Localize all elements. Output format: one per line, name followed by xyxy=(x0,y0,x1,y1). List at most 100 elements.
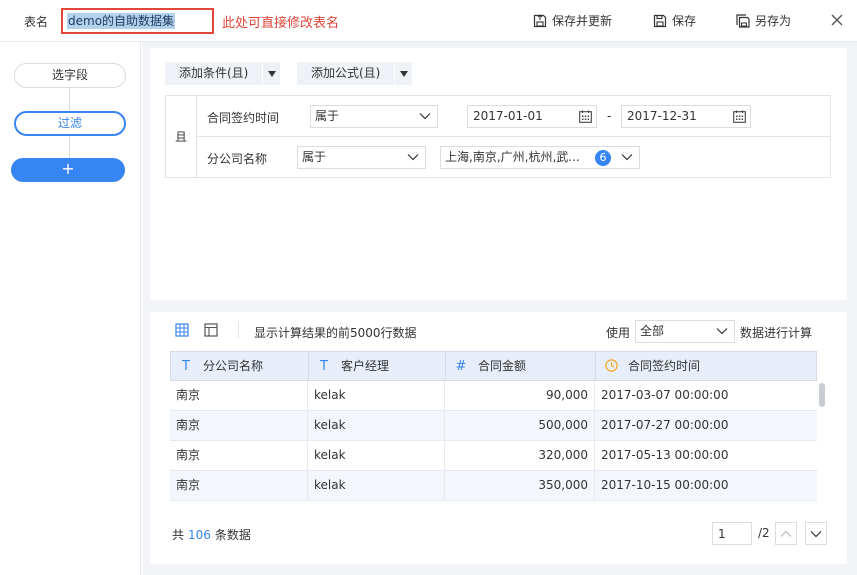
table-header: T 分公司名称 T 客户经理 # 合同金额 合同签约时间 xyxy=(170,351,817,381)
save-and-update-button[interactable]: 保存并更新 xyxy=(533,12,612,29)
text-type-icon: T xyxy=(182,359,190,374)
step-connector xyxy=(69,136,70,158)
logic-and-label[interactable]: 且 xyxy=(166,96,197,177)
toolbar-divider xyxy=(238,321,239,338)
total-count: 共 106 条数据 xyxy=(172,526,251,543)
chevron-down-icon xyxy=(419,113,431,120)
chevron-down-icon xyxy=(407,154,419,161)
table-scrollbar-thumb[interactable] xyxy=(819,383,825,407)
detail-view-icon[interactable] xyxy=(204,323,218,337)
total-count-value: 106 xyxy=(188,528,211,542)
chevron-up-icon xyxy=(780,530,792,537)
column-header-amount[interactable]: # 合同金额 xyxy=(446,352,596,380)
cell-branch: 南京 xyxy=(170,441,308,471)
add-condition-button[interactable]: 添加条件(且) xyxy=(165,62,281,85)
column-label: 合同金额 xyxy=(478,359,527,373)
save-and-update-label: 保存并更新 xyxy=(552,14,613,28)
cell-amount: 350,000 xyxy=(445,471,595,501)
chevron-down-icon xyxy=(716,328,728,335)
add-step-button[interactable]: + xyxy=(11,158,125,182)
add-formula-label: 添加公式(且) xyxy=(311,66,381,80)
save-icon xyxy=(653,14,667,27)
calc-scope-select[interactable]: 全部 xyxy=(635,320,735,343)
column-label: 合同签约时间 xyxy=(628,359,701,373)
calc-suffix-label: 数据进行计算 xyxy=(740,326,813,340)
cell-amount: 90,000 xyxy=(445,381,595,411)
number-type-icon: # xyxy=(455,359,467,374)
save-label: 保存 xyxy=(672,14,697,28)
condition-field-branch-name: 分公司名称 xyxy=(207,152,268,166)
cell-manager: kelak xyxy=(308,441,445,471)
date-range-separator: - xyxy=(607,109,612,123)
calendar-icon[interactable] xyxy=(579,110,592,123)
close-icon[interactable] xyxy=(830,13,844,27)
condition-operator-select[interactable]: 属于 xyxy=(297,146,426,169)
chevron-down-icon xyxy=(621,154,633,161)
header-bar: 表名 demo的自助数据集 此处可直接修改表名 保存并更新 保存 另存为 xyxy=(0,0,857,42)
save-as-button[interactable]: 另存为 xyxy=(736,12,791,29)
cell-date: 2017-10-15 00:00:00 xyxy=(601,478,729,492)
rename-hint: 此处可直接修改表名 xyxy=(222,16,340,31)
operator-value: 属于 xyxy=(315,109,340,123)
chevron-down-icon xyxy=(810,530,822,537)
text-type-icon: T xyxy=(320,359,328,374)
add-condition-dropdown[interactable] xyxy=(262,62,280,85)
table-view-icon[interactable] xyxy=(175,323,189,337)
add-formula-dropdown[interactable] xyxy=(394,62,412,85)
caret-down-icon xyxy=(399,70,408,77)
save-as-icon xyxy=(736,13,750,28)
table-row: 南京 kelak 350,000 2017-10-15 00:00:00 xyxy=(170,471,817,501)
selected-values: 上海,南京,广州,杭州,武... xyxy=(445,150,580,164)
result-limit-hint: 显示计算结果的前5000行数据 xyxy=(254,326,417,340)
table-row: 南京 kelak 320,000 2017-05-13 00:00:00 xyxy=(170,441,817,471)
cell-manager: kelak xyxy=(308,471,445,501)
total-suffix: 条数据 xyxy=(214,528,251,542)
table-name-input[interactable]: demo的自助数据集 xyxy=(61,8,214,34)
total-prefix: 共 xyxy=(172,528,185,542)
next-page-button[interactable] xyxy=(805,522,827,545)
add-condition-label: 添加条件(且) xyxy=(179,66,249,80)
selected-count-badge: 6 xyxy=(595,150,611,166)
save-button[interactable]: 保存 xyxy=(653,12,696,29)
caret-down-icon xyxy=(267,70,276,77)
column-header-manager[interactable]: T 客户经理 xyxy=(309,352,446,380)
step-select-fields[interactable]: 选字段 xyxy=(14,63,126,88)
clock-icon xyxy=(604,353,618,381)
cell-amount: 320,000 xyxy=(445,441,595,471)
step-filter[interactable]: 过滤 xyxy=(14,111,126,136)
row-divider xyxy=(197,136,830,137)
calendar-icon[interactable] xyxy=(733,110,746,123)
calc-scope-value: 全部 xyxy=(640,324,665,338)
start-date-value: 2017-01-01 xyxy=(473,109,543,123)
table-name-value[interactable]: demo的自助数据集 xyxy=(67,13,176,29)
prev-page-button[interactable] xyxy=(775,522,797,545)
column-header-date[interactable]: 合同签约时间 xyxy=(596,352,816,380)
condition-group: 且 合同签约时间 属于 2017-01-01 - 2017-12-31 分公司名… xyxy=(165,95,831,178)
column-label: 客户经理 xyxy=(341,359,390,373)
step-sidebar: 选字段 过滤 + xyxy=(0,42,141,575)
add-formula-button[interactable]: 添加公式(且) xyxy=(297,62,413,85)
end-date-input[interactable]: 2017-12-31 xyxy=(621,105,751,128)
column-header-branch[interactable]: T 分公司名称 xyxy=(171,352,309,380)
step-connector xyxy=(69,88,70,110)
table-row: 南京 kelak 500,000 2017-07-27 00:00:00 xyxy=(170,411,817,441)
cell-branch: 南京 xyxy=(170,471,308,501)
operator-value: 属于 xyxy=(302,150,327,164)
page-number-input[interactable] xyxy=(712,522,752,545)
cell-amount: 500,000 xyxy=(445,411,595,441)
page-total: /2 xyxy=(758,526,770,540)
table-row: 南京 kelak 90,000 2017-03-07 00:00:00 xyxy=(170,381,817,411)
save-update-icon xyxy=(533,13,547,27)
end-date-value: 2017-12-31 xyxy=(627,109,697,123)
cell-manager: kelak xyxy=(308,381,445,411)
condition-field-contract-date: 合同签约时间 xyxy=(207,111,280,125)
branch-multiselect[interactable]: 上海,南京,广州,杭州,武... 6 xyxy=(440,146,640,169)
table-name-label: 表名 xyxy=(24,15,49,29)
cell-branch: 南京 xyxy=(170,411,308,441)
cell-branch: 南京 xyxy=(170,381,308,411)
start-date-input[interactable]: 2017-01-01 xyxy=(467,105,597,128)
condition-operator-select[interactable]: 属于 xyxy=(310,105,438,128)
use-label: 使用 xyxy=(606,326,631,340)
cell-date: 2017-05-13 00:00:00 xyxy=(601,448,729,462)
cell-date: 2017-07-27 00:00:00 xyxy=(601,418,729,432)
